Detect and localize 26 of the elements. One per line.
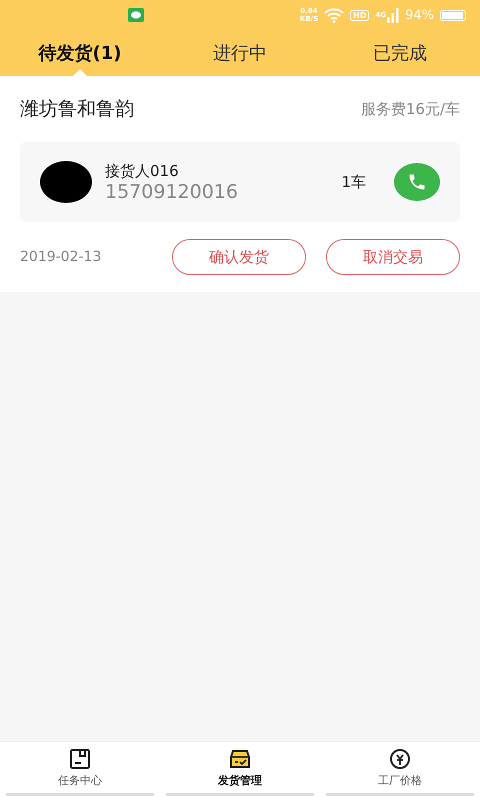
order-title: 潍坊鲁和鲁韵 (20, 97, 134, 122)
signal-icon (387, 7, 400, 23)
receiver-name: 接货人016 (105, 162, 180, 180)
tab[interactable]: 进行中 (160, 30, 320, 76)
box-icon (68, 747, 92, 771)
nav-item[interactable]: 任务中心 (6, 742, 154, 796)
tab[interactable]: 已完成 (320, 30, 480, 76)
price-icon (388, 747, 412, 771)
phone-number: 15709120016 (105, 180, 239, 202)
battery-icon (440, 10, 466, 20)
box-check-icon (228, 747, 252, 771)
tab[interactable]: 待发货(1) (0, 30, 160, 76)
nav-item[interactable]: 工厂价格 (326, 742, 474, 796)
hd-badge: HD (350, 10, 370, 20)
battery-percent: 94% (405, 8, 434, 22)
nav-item[interactable]: 发货管理 (166, 742, 314, 796)
avatar (40, 161, 92, 203)
message-icon (128, 8, 144, 22)
phone-icon (407, 172, 427, 192)
quantity: 1车 (341, 172, 366, 192)
action-button[interactable]: 确认发货 (172, 239, 306, 275)
order-date: 2019-02-13 (20, 249, 102, 265)
wifi-icon (324, 7, 344, 23)
service-fee: 服务费16元/车 (360, 100, 460, 118)
call-button[interactable] (394, 163, 440, 201)
action-button[interactable]: 取消交易 (326, 239, 460, 275)
